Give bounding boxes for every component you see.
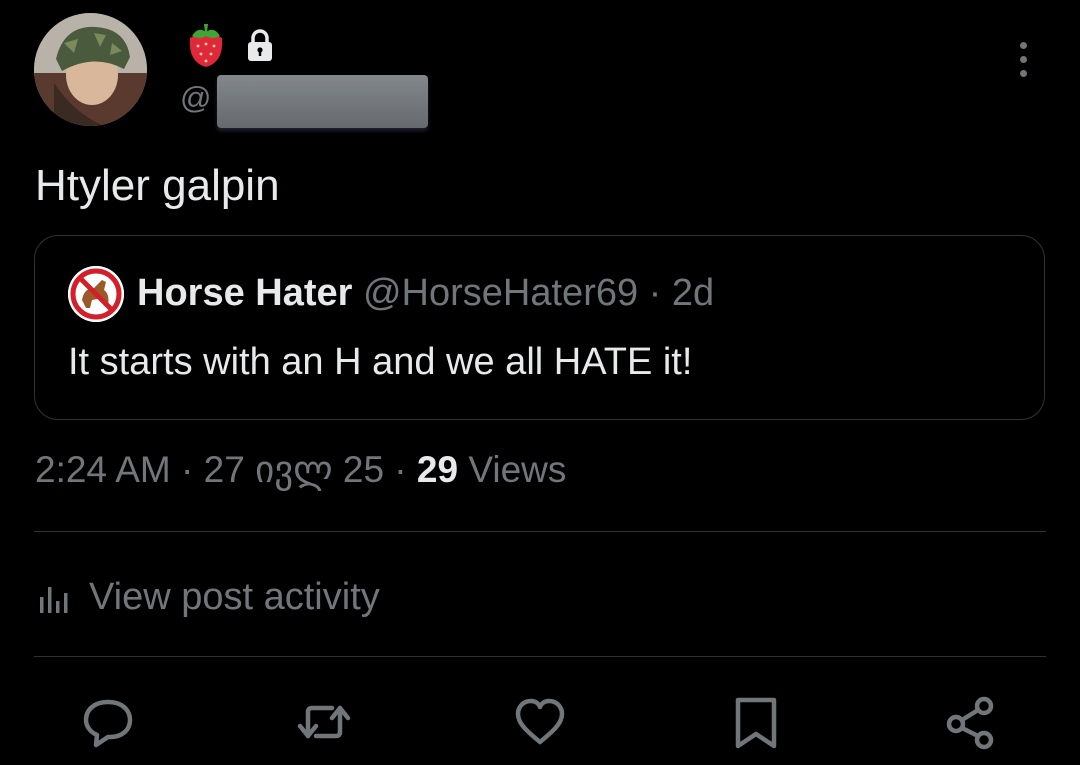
repost-icon xyxy=(297,705,351,739)
more-options-button[interactable] xyxy=(1004,40,1044,80)
views-count: 29 xyxy=(416,449,459,490)
tweet-time[interactable]: 2:24 AM xyxy=(35,449,171,490)
quoted-author-handle[interactable]: @HorseHater69 xyxy=(363,272,638,314)
analytics-icon xyxy=(39,585,71,613)
quoted-author-avatar[interactable] xyxy=(68,266,124,322)
like-icon xyxy=(515,698,565,745)
share-button[interactable] xyxy=(940,692,1000,752)
separator: · xyxy=(638,272,672,314)
author-avatar[interactable] xyxy=(34,13,147,126)
like-button[interactable] xyxy=(510,692,570,752)
separator: · xyxy=(170,449,204,490)
bookmark-button[interactable] xyxy=(726,692,786,752)
strawberry-icon xyxy=(184,22,228,68)
quoted-author-name[interactable]: Horse Hater xyxy=(137,272,352,314)
reply-button[interactable] xyxy=(78,692,138,752)
tweet-meta: 2:24 AM · 27 ივლ 25 · 29 Views xyxy=(35,444,566,496)
quoted-tweet-header: Horse Hater @HorseHater69 · 2d xyxy=(137,268,714,318)
quoted-tweet-text: It starts with an H and we all HATE it! xyxy=(68,341,693,383)
views-label: Views xyxy=(458,449,567,490)
redacted-handle xyxy=(217,75,428,128)
lock-icon xyxy=(246,28,274,62)
quoted-tweet-card[interactable] xyxy=(34,235,1045,420)
author-handle-prefix: @ xyxy=(180,80,212,115)
more-icon xyxy=(1020,42,1027,49)
separator: · xyxy=(384,449,417,490)
no-horse-icon xyxy=(68,266,124,322)
view-post-activity-label: View post activity xyxy=(89,576,380,618)
repost-button[interactable] xyxy=(294,692,354,752)
divider xyxy=(34,656,1046,657)
bookmark-icon xyxy=(735,697,777,749)
divider xyxy=(34,531,1046,532)
tweet-date[interactable]: 27 ივლ 25 xyxy=(204,449,384,490)
quoted-tweet-age: 2d xyxy=(671,272,715,314)
reply-icon xyxy=(83,699,133,748)
share-icon xyxy=(946,696,994,750)
tweet-text: Htyler galpin xyxy=(35,161,280,210)
